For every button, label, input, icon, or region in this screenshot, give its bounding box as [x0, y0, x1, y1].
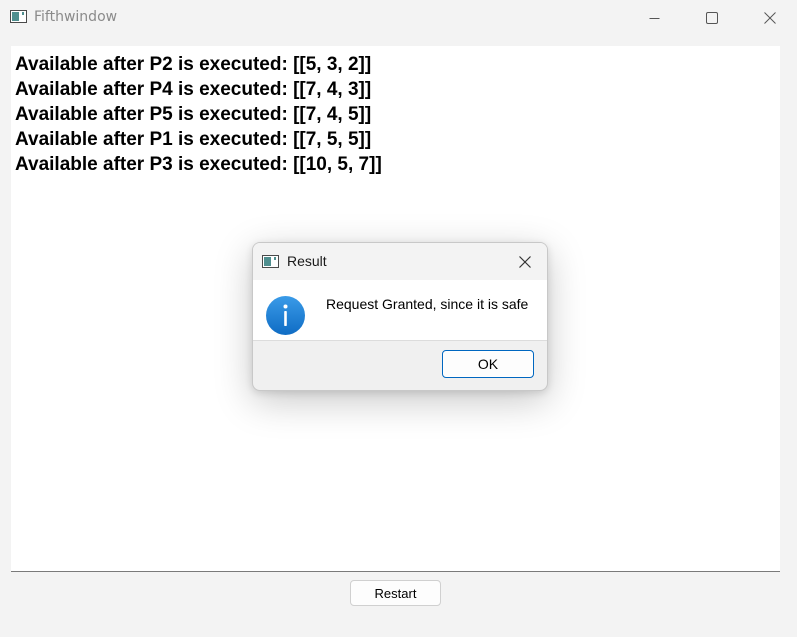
dialog-message: Request Granted, since it is safe [326, 296, 529, 312]
minimize-button[interactable] [625, 0, 683, 36]
restart-button[interactable]: Restart [350, 580, 441, 606]
close-button[interactable] [741, 0, 797, 36]
availability-log: Available after P2 is executed: [[5, 3, … [15, 52, 382, 177]
app-window-icon [10, 10, 27, 23]
dialog-title: Result [287, 253, 327, 269]
window-titlebar[interactable]: Fifthwindow [0, 0, 797, 36]
close-icon [519, 256, 531, 268]
log-line: Available after P4 is executed: [[7, 4, … [15, 79, 372, 100]
result-dialog: Result Request Granted, since it is safe… [252, 242, 548, 391]
log-line: Available after P1 is executed: [[7, 5, … [15, 129, 372, 150]
log-line: Available after P3 is executed: [[10, 5,… [15, 154, 382, 175]
maximize-icon [706, 12, 718, 24]
dialog-body: Request Granted, since it is safe [253, 280, 547, 341]
minimize-icon [649, 17, 659, 19]
info-icon [266, 296, 305, 335]
ok-button[interactable]: OK [442, 350, 534, 378]
close-icon [764, 12, 776, 24]
dialog-titlebar[interactable]: Result [253, 243, 547, 280]
log-line: Available after P5 is executed: [[7, 4, … [15, 104, 372, 125]
maximize-button[interactable] [683, 0, 741, 36]
window-title: Fifthwindow [34, 9, 118, 25]
dialog-app-icon [262, 255, 279, 268]
log-line: Available after P2 is executed: [[5, 3, … [15, 54, 372, 75]
dialog-close-button[interactable] [511, 249, 539, 275]
